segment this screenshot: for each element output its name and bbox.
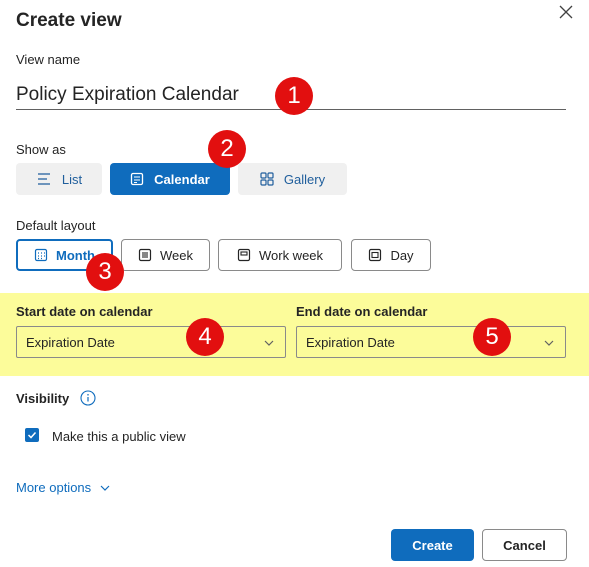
close-icon: [559, 5, 573, 19]
callout-badge-4: 4: [186, 318, 224, 356]
more-options-label: More options: [16, 480, 92, 495]
layout-week-button[interactable]: Week: [121, 239, 210, 271]
chevron-down-icon: [100, 485, 110, 491]
show-as-list-button[interactable]: List: [16, 163, 102, 195]
callout-badge-5: 5: [473, 318, 511, 356]
public-view-label[interactable]: Make this a public view: [52, 429, 186, 444]
show-as-label: Show as: [16, 142, 66, 157]
start-date-label: Start date on calendar: [16, 304, 153, 319]
month-icon: [34, 248, 48, 262]
more-options-toggle[interactable]: More options: [16, 480, 111, 495]
work-week-icon: [237, 248, 251, 262]
show-as-calendar-button[interactable]: Calendar: [110, 163, 230, 195]
start-date-value: Expiration Date: [26, 334, 115, 350]
dialog-title: Create view: [16, 10, 122, 31]
callout-badge-1: 1: [275, 77, 313, 115]
week-icon: [138, 248, 152, 262]
info-icon[interactable]: [80, 390, 96, 406]
start-date-dropdown[interactable]: Expiration Date: [16, 326, 286, 358]
show-as-calendar-label: Calendar: [154, 171, 210, 187]
list-icon: [37, 173, 50, 185]
gallery-icon: [260, 172, 274, 186]
layout-week-label: Week: [160, 247, 193, 263]
cancel-button[interactable]: Cancel: [482, 529, 567, 561]
show-as-list-label: List: [61, 171, 83, 187]
chevron-down-icon: [544, 340, 554, 346]
end-date-value: Expiration Date: [306, 334, 395, 350]
layout-day-button[interactable]: Day: [351, 239, 431, 271]
show-as-gallery-button[interactable]: Gallery: [238, 163, 347, 195]
layout-work-week-label: Work week: [258, 247, 324, 263]
layout-work-week-button[interactable]: Work week: [218, 239, 342, 271]
default-layout-label: Default layout: [16, 218, 96, 233]
layout-day-label: Day: [390, 247, 414, 263]
show-as-gallery-label: Gallery: [283, 171, 326, 187]
visibility-label: Visibility: [16, 391, 70, 406]
end-date-dropdown[interactable]: Expiration Date: [296, 326, 566, 358]
callout-badge-2: 2: [208, 130, 246, 168]
public-view-checkbox[interactable]: [25, 428, 39, 442]
end-date-label: End date on calendar: [296, 304, 428, 319]
checkmark-icon: [27, 431, 37, 439]
create-view-dialog: Create view View name Show as List Calen…: [0, 0, 589, 567]
view-name-label: View name: [16, 52, 81, 67]
callout-badge-3: 3: [86, 253, 124, 291]
day-icon: [369, 248, 382, 262]
chevron-down-icon: [264, 340, 274, 346]
close-button[interactable]: [556, 2, 576, 22]
create-button[interactable]: Create: [391, 529, 474, 561]
calendar-icon: [131, 172, 144, 186]
